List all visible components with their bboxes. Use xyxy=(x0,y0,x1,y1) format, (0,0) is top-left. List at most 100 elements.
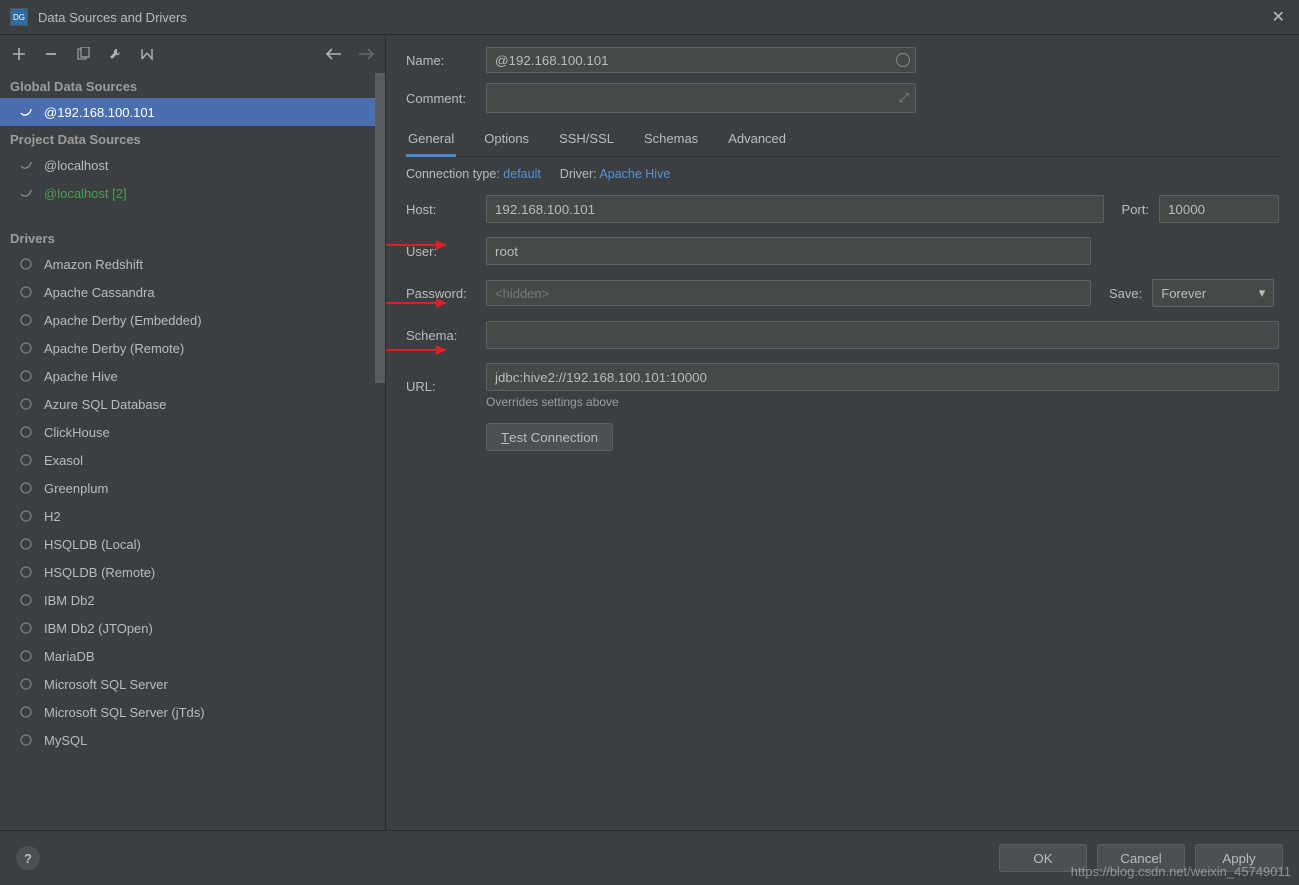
datasource-icon xyxy=(18,104,34,120)
datasource-item[interactable]: @localhost xyxy=(0,151,385,179)
app-icon: DG xyxy=(10,8,28,26)
remove-icon[interactable] xyxy=(42,45,60,63)
driver-item[interactable]: HSQLDB (Local) xyxy=(0,530,385,558)
comment-label: Comment: xyxy=(406,91,486,106)
driver-icon xyxy=(18,368,34,384)
sidebar-tree: Global Data Sources @192.168.100.101 Pro… xyxy=(0,73,385,830)
driver-label: Apache Derby (Remote) xyxy=(44,341,184,356)
driver-icon xyxy=(18,620,34,636)
driver-link[interactable]: Apache Hive xyxy=(599,167,670,181)
driver-label: Apache Cassandra xyxy=(44,285,155,300)
driver-item[interactable]: HSQLDB (Remote) xyxy=(0,558,385,586)
apply-button[interactable]: Apply xyxy=(1195,844,1283,872)
datasource-icon xyxy=(18,185,34,201)
tab-general[interactable]: General xyxy=(406,125,456,156)
driver-icon xyxy=(18,732,34,748)
forward-icon xyxy=(357,45,375,63)
footer: ? OK Cancel Apply xyxy=(0,830,1299,885)
driver-label: HSQLDB (Remote) xyxy=(44,565,155,580)
datasource-item[interactable]: @localhost [2] xyxy=(0,179,385,207)
driver-icon xyxy=(18,284,34,300)
driver-label: Microsoft SQL Server (jTds) xyxy=(44,705,205,720)
wrench-icon[interactable] xyxy=(106,45,124,63)
driver-icon xyxy=(18,508,34,524)
cancel-button[interactable]: Cancel xyxy=(1097,844,1185,872)
tab-schemas[interactable]: Schemas xyxy=(642,125,700,156)
tab-sshssl[interactable]: SSH/SSL xyxy=(557,125,616,156)
url-hint: Overrides settings above xyxy=(486,395,1279,409)
driver-item[interactable]: MariaDB xyxy=(0,642,385,670)
driver-item[interactable]: ClickHouse xyxy=(0,418,385,446)
help-button[interactable]: ? xyxy=(16,846,40,870)
expand-icon[interactable]: ⤢ xyxy=(899,90,909,106)
port-label: Port: xyxy=(1122,202,1149,217)
tab-advanced[interactable]: Advanced xyxy=(726,125,788,156)
driver-label: MySQL xyxy=(44,733,87,748)
driver-icon xyxy=(18,536,34,552)
host-input[interactable] xyxy=(486,195,1104,223)
driver-label: HSQLDB (Local) xyxy=(44,537,141,552)
titlebar: DG Data Sources and Drivers ✕ xyxy=(0,0,1299,35)
driver-icon xyxy=(18,424,34,440)
driver-label: Apache Derby (Embedded) xyxy=(44,313,202,328)
content-panel: Name: Comment: ⤢ General Options SSH/SSL… xyxy=(386,35,1299,830)
tabs: General Options SSH/SSL Schemas Advanced xyxy=(406,125,1279,157)
tab-options[interactable]: Options xyxy=(482,125,531,156)
driver-item[interactable]: MySQL xyxy=(0,726,385,754)
driver-item[interactable]: IBM Db2 (JTOpen) xyxy=(0,614,385,642)
driver-label: ClickHouse xyxy=(44,425,110,440)
driver-icon xyxy=(18,396,34,412)
connection-type-link[interactable]: default xyxy=(503,167,541,181)
sidebar: Global Data Sources @192.168.100.101 Pro… xyxy=(0,35,386,830)
close-icon[interactable]: ✕ xyxy=(1268,7,1289,27)
driver-item[interactable]: Microsoft SQL Server xyxy=(0,670,385,698)
schema-input[interactable] xyxy=(486,321,1279,349)
port-input[interactable] xyxy=(1159,195,1279,223)
datasource-label: @localhost xyxy=(44,158,109,173)
sidebar-toolbar xyxy=(0,35,385,73)
datasource-item-selected[interactable]: @192.168.100.101 xyxy=(0,98,385,126)
save-label: Save: xyxy=(1109,286,1142,301)
test-connection-button[interactable]: Test Connection xyxy=(486,423,613,451)
name-input[interactable] xyxy=(486,47,916,73)
project-header: Project Data Sources xyxy=(0,126,385,151)
schema-label: Schema: xyxy=(406,328,486,343)
back-icon[interactable] xyxy=(325,45,343,63)
name-label: Name: xyxy=(406,53,486,68)
driver-item[interactable]: Apache Hive xyxy=(0,362,385,390)
driver-icon xyxy=(18,256,34,272)
driver-item[interactable]: Apache Derby (Remote) xyxy=(0,334,385,362)
color-indicator-icon[interactable] xyxy=(896,53,910,67)
add-icon[interactable] xyxy=(10,45,28,63)
driver-item[interactable]: Greenplum xyxy=(0,474,385,502)
user-label: User: xyxy=(406,244,486,259)
driver-icon xyxy=(18,452,34,468)
driver-item[interactable]: Exasol xyxy=(0,446,385,474)
driver-icon xyxy=(18,592,34,608)
driver-label: H2 xyxy=(44,509,61,524)
datasource-label: @192.168.100.101 xyxy=(44,105,155,120)
driver-item[interactable]: H2 xyxy=(0,502,385,530)
driver-item[interactable]: Amazon Redshift xyxy=(0,250,385,278)
reset-icon[interactable] xyxy=(138,45,156,63)
driver-item[interactable]: Azure SQL Database xyxy=(0,390,385,418)
driver-item[interactable]: IBM Db2 xyxy=(0,586,385,614)
url-label: URL: xyxy=(406,379,486,394)
save-select[interactable]: Forever▾ xyxy=(1152,279,1274,307)
url-input[interactable] xyxy=(486,363,1279,391)
ok-button[interactable]: OK xyxy=(999,844,1087,872)
password-label: Password: xyxy=(406,286,486,301)
comment-input[interactable]: ⤢ xyxy=(486,83,916,113)
driver-item[interactable]: Microsoft SQL Server (jTds) xyxy=(0,698,385,726)
password-input[interactable]: <hidden> xyxy=(486,280,1091,306)
driver-item[interactable]: Apache Cassandra xyxy=(0,278,385,306)
datasource-icon xyxy=(18,157,34,173)
driver-item[interactable]: Apache Derby (Embedded) xyxy=(0,306,385,334)
scrollbar[interactable] xyxy=(375,73,385,830)
window-title: Data Sources and Drivers xyxy=(38,10,1268,25)
host-label: Host: xyxy=(406,202,486,217)
driver-icon xyxy=(18,480,34,496)
user-input[interactable] xyxy=(486,237,1091,265)
global-header: Global Data Sources xyxy=(0,73,385,98)
copy-icon[interactable] xyxy=(74,45,92,63)
